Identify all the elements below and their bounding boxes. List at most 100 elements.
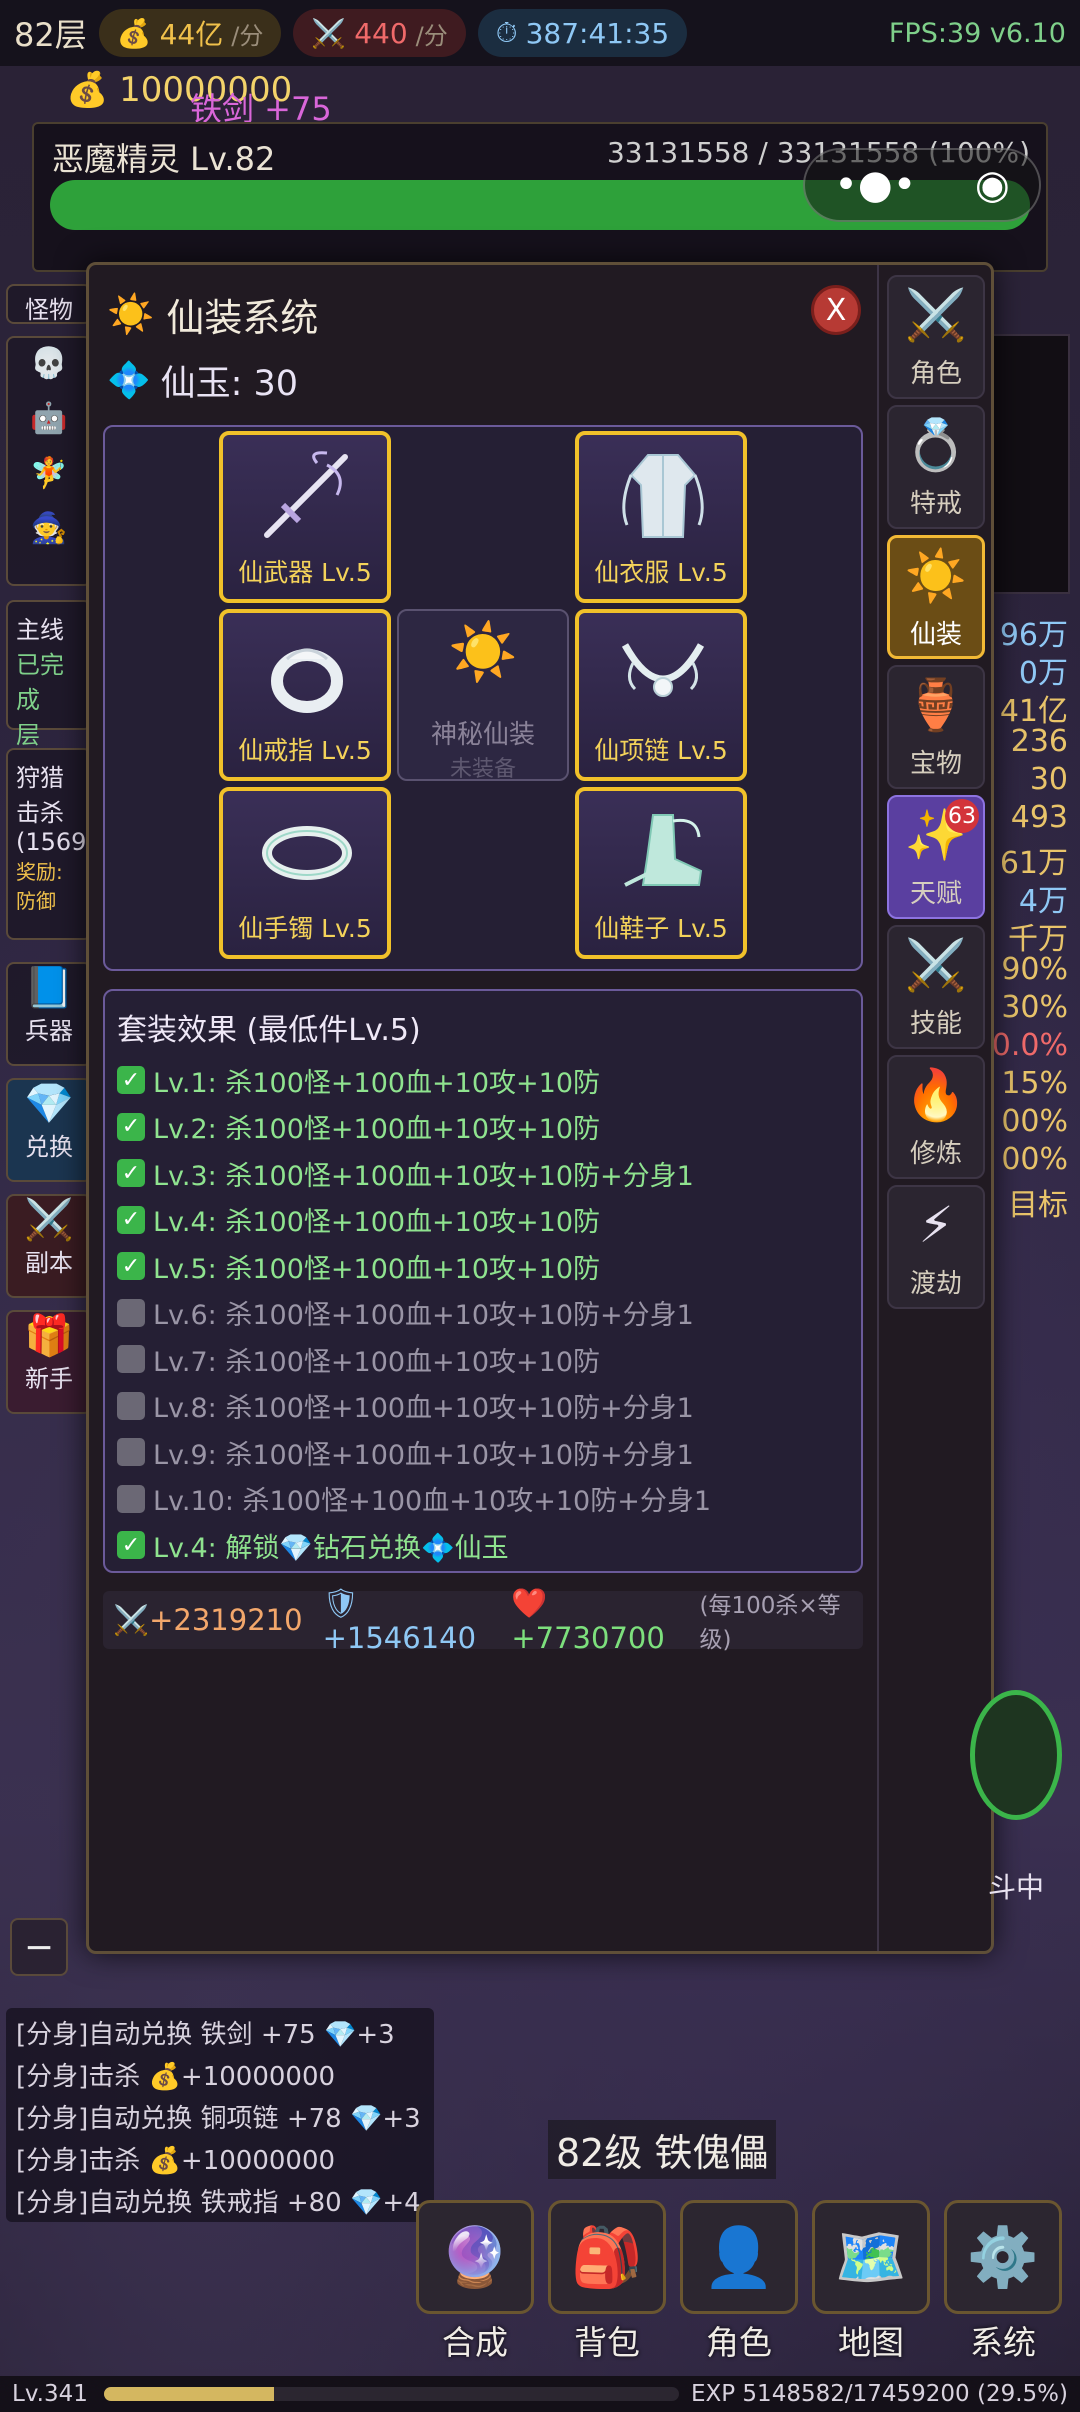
side-tab-label: 宝物 bbox=[909, 749, 962, 779]
slot-robe[interactable]: 仙衣服 Lv.5 bbox=[575, 431, 747, 603]
lightning-icon: ⚡ bbox=[918, 1196, 954, 1254]
right-stat-value: 96万 bbox=[999, 618, 1068, 653]
exchange-tab-label: 兑换 bbox=[25, 1133, 73, 1161]
set-effect-text: Lv.1: 杀100怪+100血+10攻+10防 bbox=[153, 1067, 601, 1099]
side-tab-label: 修炼 bbox=[909, 1139, 962, 1169]
hunt-panel[interactable]: 狩猎 击杀 (1569 奖励: 防御 bbox=[6, 748, 92, 940]
checked-checkbox-icon: ✓ bbox=[117, 1112, 145, 1141]
dungeon-tab-label: 副本 bbox=[25, 1249, 73, 1277]
immortal-robe-icon bbox=[622, 454, 704, 538]
side-tab-4[interactable]: ✨ 天赋 63 bbox=[887, 795, 985, 919]
right-stat-value: 236 bbox=[1010, 724, 1068, 759]
right-stat-value: 4万 bbox=[1018, 884, 1068, 919]
slot-boots-label: 仙鞋子 Lv.5 bbox=[594, 914, 728, 943]
side-tab-3[interactable]: 🏺 宝物 bbox=[887, 665, 985, 789]
crystal-ball-icon: 🔮 bbox=[416, 2200, 534, 2314]
quest-title: 主线 bbox=[16, 616, 64, 644]
hunt-count: (1569 bbox=[16, 828, 87, 856]
skull-icon: 💀 bbox=[30, 346, 68, 381]
map-icon: 🗺️ bbox=[812, 2200, 930, 2314]
side-tab-5[interactable]: ⚔️ 技能 bbox=[887, 925, 985, 1049]
nav-button-4[interactable]: ⚙️ 系统 bbox=[944, 2200, 1062, 2364]
jade-currency: 💠 仙玉: 30 bbox=[107, 355, 298, 406]
slot-ring-label: 仙戒指 Lv.5 bbox=[238, 736, 372, 765]
nav-button-2[interactable]: 👤 角色 bbox=[680, 2200, 798, 2364]
hunt-reward: 奖励: bbox=[16, 860, 63, 884]
immortal-boots-icon bbox=[624, 814, 703, 887]
checked-checkbox-icon: ✓ bbox=[117, 1252, 145, 1281]
log-line: [分身]自动兑换 铁剑 +75 💎+3 bbox=[16, 2020, 395, 2050]
kill-rate-pill: ⚔️ 440 /分 bbox=[293, 9, 466, 57]
nav-label: 系统 bbox=[970, 2323, 1036, 2362]
hunt-defense: 防御 bbox=[16, 889, 56, 913]
monster-tab[interactable]: 怪物 bbox=[6, 284, 92, 324]
close-button[interactable]: X bbox=[811, 285, 861, 335]
weapon-tab[interactable]: 📘 兵器 bbox=[6, 962, 92, 1066]
set-effect-text: Lv.5: 杀100怪+100血+10攻+10防 bbox=[153, 1253, 601, 1285]
log-line: [分身]击杀 💰+10000000 bbox=[16, 2062, 336, 2092]
set-effect-text: Lv.4: 解锁💎钻石兑换💠仙玉 bbox=[153, 1532, 509, 1564]
jade-icon: 💠 bbox=[107, 361, 151, 401]
fairy-icon: 🧚 bbox=[30, 456, 68, 491]
gold-rate-value: 44亿 bbox=[159, 18, 224, 51]
hunt-title: 狩猎 bbox=[16, 764, 64, 792]
immortal-necklace-icon bbox=[621, 643, 705, 697]
book-icon: 📘 bbox=[24, 965, 74, 1011]
checked-checkbox-icon: ✓ bbox=[117, 1531, 145, 1560]
kill-rate-value: 440 bbox=[354, 16, 408, 50]
slot-boots[interactable]: 仙鞋子 Lv.5 bbox=[575, 787, 747, 959]
set-effect-text: Lv.6: 杀100怪+100血+10攻+10防+分身1 bbox=[153, 1300, 694, 1332]
immortal-ring-icon bbox=[271, 648, 343, 713]
exchange-tab[interactable]: 💎 兑换 bbox=[6, 1078, 92, 1182]
nav-button-3[interactable]: 🗺️ 地图 bbox=[812, 2200, 930, 2364]
set-effect-text: Lv.3: 杀100怪+100血+10攻+10防+分身1 bbox=[153, 1160, 694, 1192]
nav-button-0[interactable]: 🔮 合成 bbox=[416, 2200, 534, 2364]
heart-icon: ❤️ bbox=[511, 1585, 548, 1620]
immortal-bracelet-icon bbox=[262, 826, 352, 880]
side-tab-6[interactable]: 🔥 修炼 bbox=[887, 1055, 985, 1179]
gift-icon: 🎁 bbox=[24, 1313, 74, 1359]
top-status-bar: 82层 💰 44亿 /分 ⚔️ 440 /分 ⏱ 387:41:35 FPS:3… bbox=[0, 0, 1080, 66]
main-quest-panel[interactable]: 主线 已完成 层 bbox=[6, 600, 92, 749]
immortal-sword-icon bbox=[264, 451, 348, 538]
player-level: Lv.341 bbox=[12, 2381, 88, 2407]
minus-button[interactable]: − bbox=[10, 1918, 68, 1976]
slot-mystery[interactable]: ☀️ 神秘仙装 未装备 bbox=[397, 609, 569, 782]
person-icon: 👤 bbox=[680, 2200, 798, 2314]
hp-stat: ❤️+7730700 bbox=[511, 1586, 679, 1655]
slot-ring[interactable]: 仙戒指 Lv.5 bbox=[219, 609, 391, 781]
crossed-swords-icon: ⚔️ bbox=[113, 1602, 150, 1637]
slot-bracelet-label: 仙手镯 Lv.5 bbox=[238, 914, 372, 943]
set-effect-row: Lv.9: 杀100怪+100血+10攻+10防+分身1 bbox=[117, 1429, 849, 1476]
sun-icon: ☀️ bbox=[904, 546, 968, 605]
slot-robe-label: 仙衣服 Lv.5 bbox=[594, 558, 728, 587]
set-effect-row: ✓ Lv.4: 解锁💎钻石兑换💠仙玉 bbox=[117, 1522, 849, 1569]
slot-bracelet[interactable]: 仙手镯 Lv.5 bbox=[219, 787, 391, 959]
side-tab-0[interactable]: ⚔️ 角色 bbox=[887, 275, 985, 399]
newbie-tab[interactable]: 🎁 新手 bbox=[6, 1310, 92, 1414]
checked-checkbox-icon: ✓ bbox=[117, 1159, 145, 1188]
slot-necklace[interactable]: 仙项链 Lv.5 bbox=[575, 609, 747, 781]
right-stat-value: 千万 bbox=[1008, 922, 1068, 957]
unchecked-checkbox-icon bbox=[117, 1484, 145, 1513]
modal-side-tabs: ⚔️ 角色 💍 特戒 ☀️ 仙装 🏺 宝物 ✨ 天赋 63 ⚔️ 技能 🔥 修炼 ⚡ 渡劫 bbox=[877, 265, 991, 1951]
money-bag-icon: 💰 bbox=[66, 70, 109, 110]
battle-status-label: 斗中 bbox=[988, 1871, 1045, 1904]
battle-status-icon[interactable] bbox=[970, 1690, 1062, 1820]
checked-checkbox-icon: ✓ bbox=[117, 1205, 145, 1234]
crossed-swords-icon: ⚔️ bbox=[904, 935, 968, 994]
miniprogram-capsule[interactable]: •●• ◉ bbox=[803, 148, 1041, 222]
notification-badge: 63 bbox=[945, 799, 979, 833]
slot-weapon[interactable]: 仙武器 Lv.5 bbox=[219, 431, 391, 603]
set-effect-text: Lv.2: 杀100怪+100血+10攻+10防 bbox=[153, 1114, 601, 1146]
set-effect-row: ✓ Lv.3: 杀100怪+100血+10攻+10防+分身1 bbox=[117, 1150, 849, 1197]
more-dots-icon[interactable]: •●• bbox=[834, 162, 916, 208]
side-tab-7[interactable]: ⚡ 渡劫 bbox=[887, 1185, 985, 1309]
newbie-tab-label: 新手 bbox=[25, 1365, 73, 1393]
dungeon-tab[interactable]: ⚔️ 副本 bbox=[6, 1194, 92, 1298]
nav-button-1[interactable]: 🎒 背包 bbox=[548, 2200, 666, 2364]
side-tab-2[interactable]: ☀️ 仙装 bbox=[887, 535, 985, 659]
right-stat-value: 15% bbox=[1001, 1066, 1068, 1101]
close-circle-icon[interactable]: ◉ bbox=[975, 162, 1010, 208]
side-tab-1[interactable]: 💍 特戒 bbox=[887, 405, 985, 529]
